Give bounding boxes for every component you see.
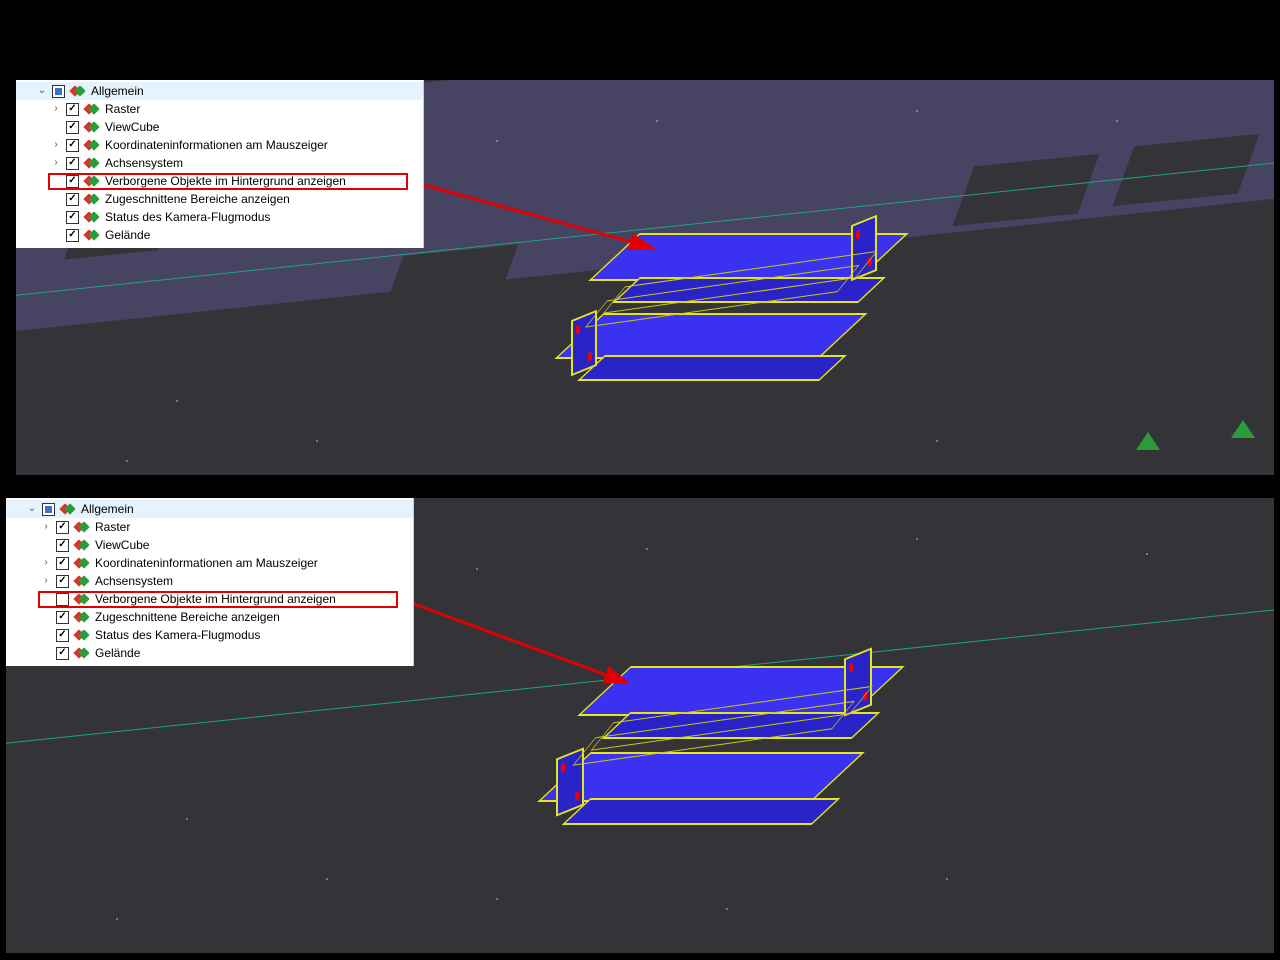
checkbox[interactable] xyxy=(66,175,79,188)
category-icon xyxy=(83,228,99,242)
tree-item-camera-fly-status[interactable]: · Status des Kamera-Flugmodus xyxy=(6,626,413,644)
tree-item-clipped-regions[interactable]: · Zugeschnittene Bereiche anzeigen xyxy=(16,190,423,208)
category-icon xyxy=(83,120,99,134)
tree-label: Verborgene Objekte im Hintergrund anzeig… xyxy=(93,592,336,606)
tree-item-show-hidden-objects[interactable]: · Verborgene Objekte im Hintergrund anze… xyxy=(16,172,423,190)
category-icon xyxy=(83,138,99,152)
tree-label: Gelände xyxy=(103,228,150,242)
tree-item-terrain[interactable]: · Gelände xyxy=(6,644,413,662)
category-icon xyxy=(73,628,89,642)
expand-icon[interactable]: › xyxy=(50,104,62,114)
tree-label: Allgemein xyxy=(79,502,134,516)
tree-label: Status des Kamera-Flugmodus xyxy=(103,210,270,224)
category-icon xyxy=(73,538,89,552)
collapse-icon[interactable]: ⌄ xyxy=(26,504,38,514)
checkbox[interactable] xyxy=(66,121,79,134)
checkbox[interactable] xyxy=(56,575,69,588)
tree-label: Achsensystem xyxy=(103,156,183,170)
category-icon xyxy=(59,502,75,516)
tree-label: Raster xyxy=(93,520,130,534)
category-icon xyxy=(73,574,89,588)
model-beam-side xyxy=(566,800,837,823)
checkbox[interactable] xyxy=(56,521,69,534)
collapse-icon[interactable]: ⌄ xyxy=(36,86,48,96)
checkbox[interactable] xyxy=(56,629,69,642)
tree-item-allgemein[interactable]: ⌄ Allgemein xyxy=(6,500,413,518)
tree-label: Koordinateninformationen am Mauszeiger xyxy=(103,138,328,152)
tree-item-axis-system[interactable]: › Achsensystem xyxy=(6,572,413,590)
checkbox-partial[interactable] xyxy=(52,85,65,98)
tree-label: Allgemein xyxy=(89,84,144,98)
tree-item-raster[interactable]: › Raster xyxy=(16,100,423,118)
tree-item-camera-fly-status[interactable]: · Status des Kamera-Flugmodus xyxy=(16,208,423,226)
terrain-marker xyxy=(1136,432,1160,450)
tree-item-clipped-regions[interactable]: · Zugeschnittene Bereiche anzeigen xyxy=(6,608,413,626)
category-icon xyxy=(73,592,89,606)
checkbox[interactable] xyxy=(56,539,69,552)
tree-label: Koordinateninformationen am Mauszeiger xyxy=(93,556,318,570)
checkbox[interactable] xyxy=(56,593,69,606)
category-icon xyxy=(83,192,99,206)
category-icon xyxy=(73,556,89,570)
tree-item-show-hidden-objects[interactable]: · Verborgene Objekte im Hintergrund anze… xyxy=(6,590,413,608)
checkbox[interactable] xyxy=(56,611,69,624)
checkbox[interactable] xyxy=(66,193,79,206)
tree-item-coord-info[interactable]: › Koordinateninformationen am Mauszeiger xyxy=(16,136,423,154)
checkbox[interactable] xyxy=(66,157,79,170)
category-icon xyxy=(83,156,99,170)
category-icon xyxy=(73,646,89,660)
options-tree: ⌄ Allgemein › Raster · ViewCube › Koordi… xyxy=(6,498,414,666)
tree-label: Zugeschnittene Bereiche anzeigen xyxy=(93,610,280,624)
tree-label: Gelände xyxy=(93,646,140,660)
tree-item-terrain[interactable]: · Gelände xyxy=(16,226,423,244)
checkbox[interactable] xyxy=(56,557,69,570)
panel-top: ⌄ Allgemein › Raster · ViewCube › Koordi… xyxy=(16,80,1274,475)
tree-item-viewcube[interactable]: · ViewCube xyxy=(16,118,423,136)
checkbox[interactable] xyxy=(66,229,79,242)
terrain-marker xyxy=(1231,420,1255,438)
expand-icon[interactable]: › xyxy=(50,158,62,168)
checkbox[interactable] xyxy=(66,211,79,224)
expand-icon[interactable]: › xyxy=(50,140,62,150)
model-beam-side xyxy=(581,357,843,379)
tree-label: ViewCube xyxy=(93,538,149,552)
tree-item-axis-system[interactable]: › Achsensystem xyxy=(16,154,423,172)
panel-bottom: ⌄ Allgemein › Raster · ViewCube › Koordi… xyxy=(6,498,1274,953)
checkbox[interactable] xyxy=(66,103,79,116)
tree-label: Status des Kamera-Flugmodus xyxy=(93,628,260,642)
tree-label: ViewCube xyxy=(103,120,159,134)
tree-item-viewcube[interactable]: · ViewCube xyxy=(6,536,413,554)
category-icon xyxy=(73,520,89,534)
tree-item-raster[interactable]: › Raster xyxy=(6,518,413,536)
tree-item-coord-info[interactable]: › Koordinateninformationen am Mauszeiger xyxy=(6,554,413,572)
tree-label: Zugeschnittene Bereiche anzeigen xyxy=(103,192,290,206)
category-icon xyxy=(83,174,99,188)
expand-icon[interactable]: › xyxy=(40,576,52,586)
tree-item-allgemein[interactable]: ⌄ Allgemein xyxy=(16,82,423,100)
checkbox[interactable] xyxy=(56,647,69,660)
category-icon xyxy=(69,84,85,98)
category-icon xyxy=(83,210,99,224)
options-tree: ⌄ Allgemein › Raster · ViewCube › Koordi… xyxy=(16,80,424,248)
expand-icon[interactable]: › xyxy=(40,522,52,532)
tree-label: Achsensystem xyxy=(93,574,173,588)
tree-label: Verborgene Objekte im Hintergrund anzeig… xyxy=(103,174,346,188)
checkbox[interactable] xyxy=(66,139,79,152)
tree-label: Raster xyxy=(103,102,140,116)
category-icon xyxy=(83,102,99,116)
expand-icon[interactable]: › xyxy=(40,558,52,568)
category-icon xyxy=(73,610,89,624)
checkbox-partial[interactable] xyxy=(42,503,55,516)
